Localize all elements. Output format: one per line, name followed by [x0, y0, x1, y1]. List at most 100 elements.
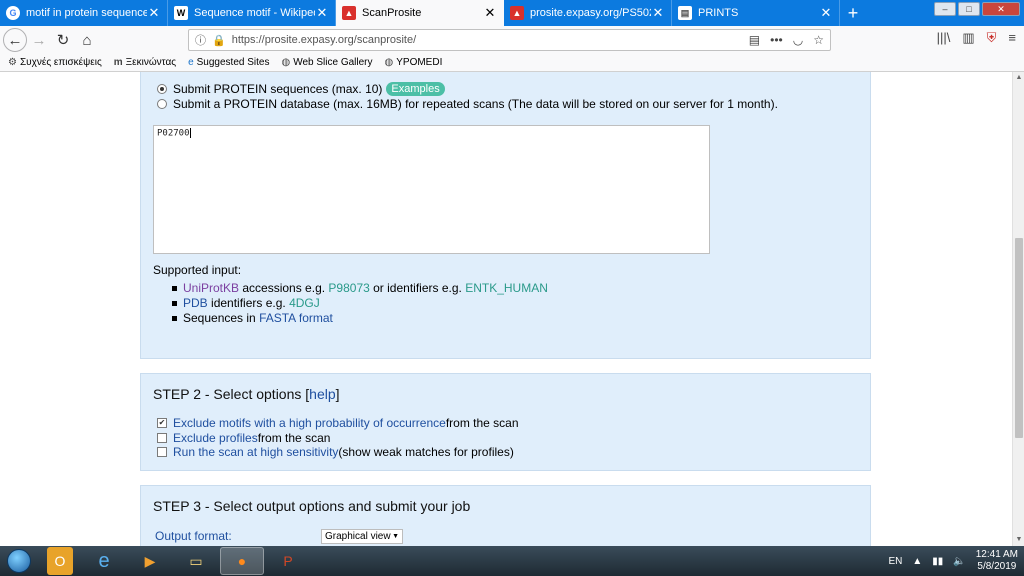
- pocket-icon[interactable]: ◡: [793, 33, 803, 47]
- close-icon[interactable]: ✕: [819, 5, 833, 21]
- bookmark-label: YPOMEDI: [396, 57, 443, 68]
- reader-view-icon[interactable]: ▤: [749, 33, 760, 47]
- radio-database-row[interactable]: Submit a PROTEIN database (max. 16MB) fo…: [157, 97, 778, 111]
- bookmark-suggested-sites[interactable]: e Suggested Sites: [188, 57, 269, 68]
- addon-icon[interactable]: ⛨: [987, 30, 997, 46]
- option-high-sensitivity[interactable]: Run the scan at high sensitivity (show w…: [157, 445, 514, 459]
- language-indicator[interactable]: EN: [888, 556, 902, 567]
- uniprotkb-link[interactable]: UniProtKB: [183, 281, 239, 295]
- scroll-up-arrow-icon[interactable]: ▲: [1013, 72, 1024, 84]
- outlook-taskbar-icon[interactable]: O: [47, 547, 73, 575]
- high-sensitivity-link[interactable]: Run the scan at high sensitivity: [173, 445, 338, 459]
- bullet-text: accessions e.g.: [239, 281, 329, 295]
- scrollbar-thumb[interactable]: [1015, 238, 1023, 438]
- menu-icon[interactable]: ≡: [1008, 30, 1016, 46]
- bullet-text: identifiers e.g.: [207, 296, 290, 310]
- maximize-button[interactable]: □: [958, 2, 980, 16]
- tab-scanprosite[interactable]: ▲ ScanProsite ✕: [336, 0, 504, 26]
- high-sensitivity-checkbox[interactable]: [157, 447, 167, 457]
- help-link[interactable]: help: [309, 386, 335, 402]
- output-format-select[interactable]: Graphical view ▼: [321, 529, 403, 544]
- url-bar[interactable]: ⓘ 🔒 https://prosite.expasy.org/scanprosi…: [188, 29, 831, 51]
- reload-button[interactable]: ↻: [51, 28, 75, 52]
- bullet-text: or identifiers e.g.: [369, 281, 466, 295]
- url-text[interactable]: https://prosite.expasy.org/scanprosite/: [232, 34, 749, 46]
- option-exclude-profiles[interactable]: Exclude profiles from the scan: [157, 431, 330, 445]
- tab-label: Sequence motif - Wikipedia: [194, 7, 315, 19]
- step2-panel: STEP 2 - Select options [help] ✔ Exclude…: [140, 373, 871, 471]
- tray-expand-icon[interactable]: ▲: [912, 556, 922, 567]
- nav-bar: ← → ↻ ⌂ ⓘ 🔒 https://prosite.expasy.org/s…: [0, 26, 1024, 54]
- bookmark-label: Suggested Sites: [196, 57, 270, 68]
- sequence-textarea[interactable]: P02700: [153, 125, 710, 254]
- bullet-text: Sequences in: [183, 311, 260, 325]
- pdb-link[interactable]: PDB: [183, 296, 208, 310]
- bookmarks-bar: ⚙ Συχνές επισκέψεις m Ξεκινώντας e Sugge…: [0, 54, 1024, 72]
- windows-logo-icon: [7, 549, 31, 573]
- tab-wikipedia[interactable]: W Sequence motif - Wikipedia ✕: [168, 0, 336, 26]
- start-button[interactable]: [0, 547, 38, 575]
- wikipedia-icon: W: [174, 6, 188, 20]
- minimize-button[interactable]: –: [934, 2, 956, 16]
- expasy-icon: ▲: [342, 6, 356, 20]
- window-close-button[interactable]: ✕: [982, 2, 1020, 16]
- bookmark-getting-started[interactable]: m Ξεκινώντας: [114, 57, 176, 68]
- tab-ps50262[interactable]: ▲ prosite.expasy.org/PS50262.txt ✕: [504, 0, 672, 26]
- clock[interactable]: 12:41 AM 5/8/2019: [976, 549, 1018, 573]
- page-scrollbar[interactable]: ▲ ▼: [1012, 72, 1024, 546]
- tab-google[interactable]: G motif in protein sequence - Go ✕: [0, 0, 168, 26]
- tab-prints[interactable]: ▤ PRINTS ✕: [672, 0, 840, 26]
- globe-icon: ◍: [384, 57, 394, 68]
- ie-taskbar-icon[interactable]: e: [82, 547, 126, 575]
- page-actions-icon[interactable]: •••: [770, 33, 783, 47]
- examples-button[interactable]: Examples: [386, 82, 445, 96]
- system-tray: EN ▲ ▮▮ 🔈 12:41 AM 5/8/2019: [888, 546, 1018, 576]
- close-icon[interactable]: ✕: [483, 5, 497, 21]
- back-button[interactable]: ←: [3, 28, 27, 52]
- close-icon[interactable]: ✕: [147, 5, 161, 21]
- bookmark-frequent[interactable]: ⚙ Συχνές επισκέψεις: [8, 57, 102, 68]
- list-item: PDB identifiers e.g. 4DGJ: [171, 296, 548, 310]
- exclude-motifs-checkbox[interactable]: ✔: [157, 418, 167, 428]
- lock-icon[interactable]: 🔒: [212, 34, 226, 47]
- radio-protein-database[interactable]: [157, 99, 167, 109]
- close-icon[interactable]: ✕: [651, 5, 665, 21]
- exclude-motifs-link[interactable]: Exclude motifs with a high probability o…: [173, 416, 446, 430]
- example-pdb-link[interactable]: 4DGJ: [289, 296, 320, 310]
- tab-label: motif in protein sequence - Go: [26, 7, 147, 19]
- new-tab-button[interactable]: +: [840, 0, 866, 26]
- expasy-icon: ▲: [510, 6, 524, 20]
- exclude-profiles-link[interactable]: Exclude profiles: [173, 431, 258, 445]
- bookmark-label: Ξεκινώντας: [125, 57, 177, 68]
- tab-label: prosite.expasy.org/PS50262.txt: [530, 7, 651, 19]
- sidebar-icon[interactable]: ▥: [962, 30, 974, 46]
- example-identifier-link[interactable]: ENTK_HUMAN: [465, 281, 548, 295]
- media-player-taskbar-icon[interactable]: ▶: [128, 547, 172, 575]
- radio-protein-row[interactable]: Submit PROTEIN sequences (max. 10) Examp…: [157, 82, 445, 96]
- radio-protein-label: Submit PROTEIN sequences (max. 10): [173, 82, 383, 96]
- info-icon[interactable]: ⓘ: [195, 32, 206, 48]
- option-exclude-motifs[interactable]: ✔ Exclude motifs with a high probability…: [157, 416, 519, 430]
- google-icon: G: [6, 6, 20, 20]
- volume-icon[interactable]: 🔈: [953, 556, 965, 567]
- example-accession-link[interactable]: P98073: [328, 281, 369, 295]
- clock-date: 5/8/2019: [977, 561, 1017, 572]
- library-icon[interactable]: |||\: [937, 30, 951, 46]
- network-icon[interactable]: ▮▮: [932, 556, 943, 567]
- powerpoint-taskbar-icon[interactable]: P: [266, 547, 310, 575]
- bookmark-ypomedi[interactable]: ◍ YPOMEDI: [385, 57, 443, 68]
- firefox-taskbar-icon[interactable]: ●: [220, 547, 264, 575]
- scroll-down-arrow-icon[interactable]: ▼: [1013, 534, 1024, 546]
- bookmark-star-icon[interactable]: ☆: [813, 33, 824, 47]
- bookmark-web-slice[interactable]: ◍ Web Slice Gallery: [281, 57, 372, 68]
- close-icon[interactable]: ✕: [315, 5, 329, 21]
- exclude-profiles-checkbox[interactable]: [157, 433, 167, 443]
- radio-protein-sequences[interactable]: [157, 84, 167, 94]
- tab-label: PRINTS: [698, 7, 739, 19]
- option-text: from the scan: [257, 431, 331, 445]
- file-explorer-taskbar-icon[interactable]: ▭: [174, 547, 218, 575]
- home-button[interactable]: ⌂: [75, 28, 99, 52]
- tab-label: ScanProsite: [362, 7, 422, 19]
- forward-button[interactable]: →: [27, 28, 51, 52]
- fasta-format-link[interactable]: FASTA format: [259, 311, 333, 325]
